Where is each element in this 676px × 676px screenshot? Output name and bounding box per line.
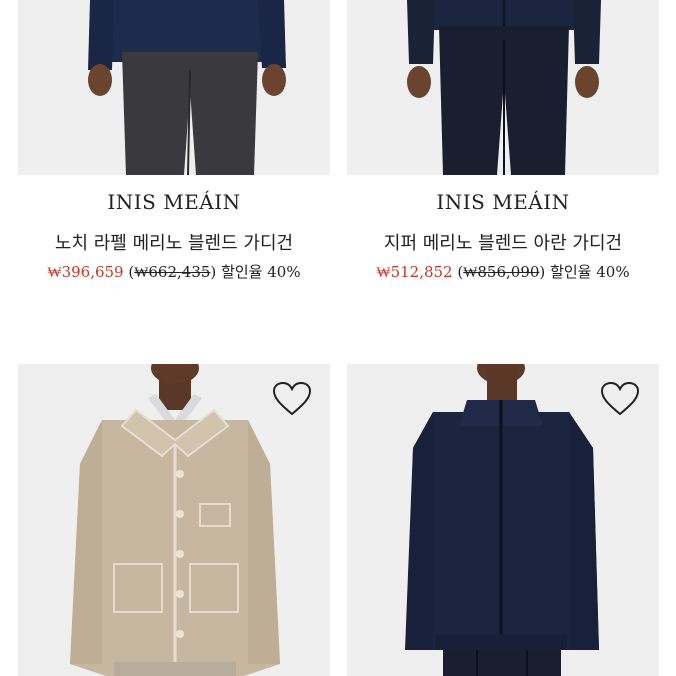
product-name[interactable]: 노치 라펠 메리노 블렌드 가디건 [9, 229, 339, 255]
product-price: ₩396,659 (₩662,435) 할인율 40% [9, 261, 339, 282]
original-price: (₩662,435) [128, 263, 217, 281]
original-price-value: ₩856,090 [463, 263, 540, 281]
original-price: (₩856,090) [457, 263, 546, 281]
product-brand[interactable]: INIS MEÁIN [9, 190, 339, 214]
wishlist-heart-icon[interactable] [600, 381, 640, 417]
product-image-zip-aran-cardigan[interactable] [347, 0, 659, 175]
sale-price: ₩512,852 [376, 263, 453, 281]
product-price: ₩512,852 (₩856,090) 할인율 40% [338, 261, 668, 282]
discount-rate: 할인율 40% [221, 263, 301, 281]
wishlist-heart-icon[interactable] [272, 381, 312, 417]
product-image-notch-lapel-cardigan[interactable] [18, 0, 330, 175]
discount-rate: 할인율 40% [550, 263, 630, 281]
sale-price: ₩396,659 [47, 263, 124, 281]
product-name[interactable]: 지퍼 메리노 블렌드 아란 가디건 [338, 229, 668, 255]
product-brand[interactable]: INIS MEÁIN [338, 190, 668, 214]
original-price-value: ₩662,435 [134, 263, 211, 281]
